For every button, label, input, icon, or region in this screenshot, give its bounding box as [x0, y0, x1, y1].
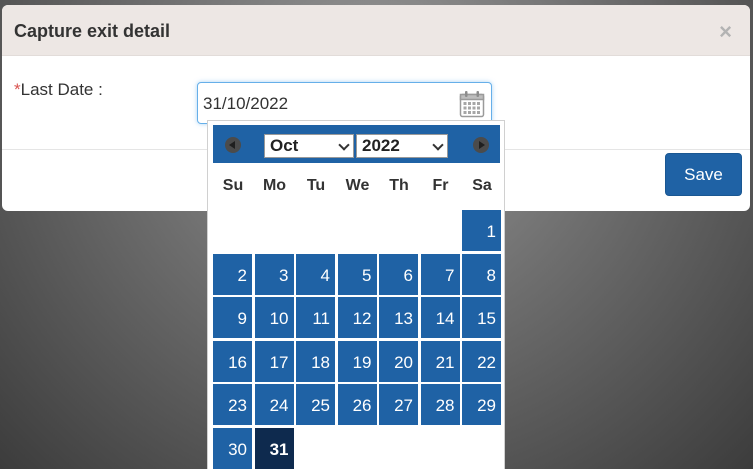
day-cell[interactable]: 6	[379, 253, 418, 295]
last-date-field[interactable]	[197, 82, 492, 124]
day-cell[interactable]: 9	[213, 297, 252, 338]
day-cell[interactable]: 11	[296, 297, 335, 338]
day-cell[interactable]: 5	[337, 253, 377, 295]
weekday-label: Fr	[432, 177, 449, 194]
day-cell[interactable]: 15	[462, 297, 501, 338]
day-cell[interactable]: 23	[213, 384, 252, 425]
prev-month-icon[interactable]	[225, 137, 241, 153]
year-select-value: 2022	[362, 136, 400, 155]
modal-title: Capture exit detail	[14, 21, 171, 41]
last-date-input[interactable]	[203, 92, 443, 116]
chevron-down-icon	[432, 139, 444, 151]
modal-header: Capture exit detail ×	[2, 5, 750, 56]
day-cell[interactable]: 20	[379, 340, 418, 382]
datepicker-popup: Oct 2022 Su Mo Tu We Th Fr Sa 1 2 3 4 5 6 7 8 9 10 11 12 1…	[207, 120, 505, 469]
day-cell[interactable]: 19	[337, 340, 377, 382]
day-cell[interactable]: 29	[462, 384, 501, 425]
weekday-label: Tu	[306, 177, 326, 194]
day-cell[interactable]: 16	[213, 340, 252, 382]
day-cell[interactable]: 22	[462, 340, 501, 382]
day-cell[interactable]: 14	[420, 297, 460, 338]
day-cell[interactable]: 28	[420, 384, 460, 425]
chevron-down-icon	[338, 139, 350, 151]
weekday-label: We	[345, 177, 370, 194]
day-cell[interactable]: 3	[254, 253, 294, 295]
day-cell[interactable]: 7	[420, 253, 460, 295]
close-icon[interactable]: ×	[719, 21, 732, 43]
day-cell[interactable]: 30	[213, 427, 252, 469]
calendar-icon[interactable]	[459, 90, 485, 123]
day-cell[interactable]: 24	[254, 384, 294, 425]
day-cell[interactable]: 21	[420, 340, 460, 382]
day-cell-selected[interactable]: 31	[254, 427, 294, 469]
last-date-label: *Last Date :	[14, 80, 103, 100]
month-select-value: Oct	[270, 136, 299, 155]
next-month-icon[interactable]	[473, 137, 489, 153]
month-select[interactable]: Oct	[264, 134, 354, 158]
weekday-label: Sa	[472, 177, 492, 194]
save-button[interactable]: Save	[665, 153, 742, 196]
day-cell[interactable]: 12	[337, 297, 377, 338]
day-cell[interactable]: 13	[379, 297, 418, 338]
day-cell[interactable]: 2	[213, 253, 252, 295]
day-cell[interactable]: 4	[296, 253, 335, 295]
required-marker: *	[14, 80, 21, 99]
day-cell[interactable]: 10	[254, 297, 294, 338]
datepicker-header: Oct 2022	[213, 125, 500, 163]
day-cell[interactable]: 18	[296, 340, 335, 382]
weekday-label: Th	[389, 177, 409, 194]
year-select[interactable]: 2022	[356, 134, 448, 158]
weekday-label: Su	[222, 177, 244, 194]
day-cell[interactable]: 25	[296, 384, 335, 425]
weekday-label: Mo	[262, 177, 287, 194]
day-cell[interactable]: 27	[379, 384, 418, 425]
weekday-header-row: Su Mo Tu We Th Fr Sa	[212, 177, 504, 197]
day-cell[interactable]: 17	[254, 340, 294, 382]
last-date-label-text: Last Date :	[20, 80, 103, 99]
day-cell[interactable]: 26	[337, 384, 377, 425]
day-cell[interactable]: 8	[462, 253, 501, 295]
day-cell[interactable]: 1	[462, 210, 501, 251]
